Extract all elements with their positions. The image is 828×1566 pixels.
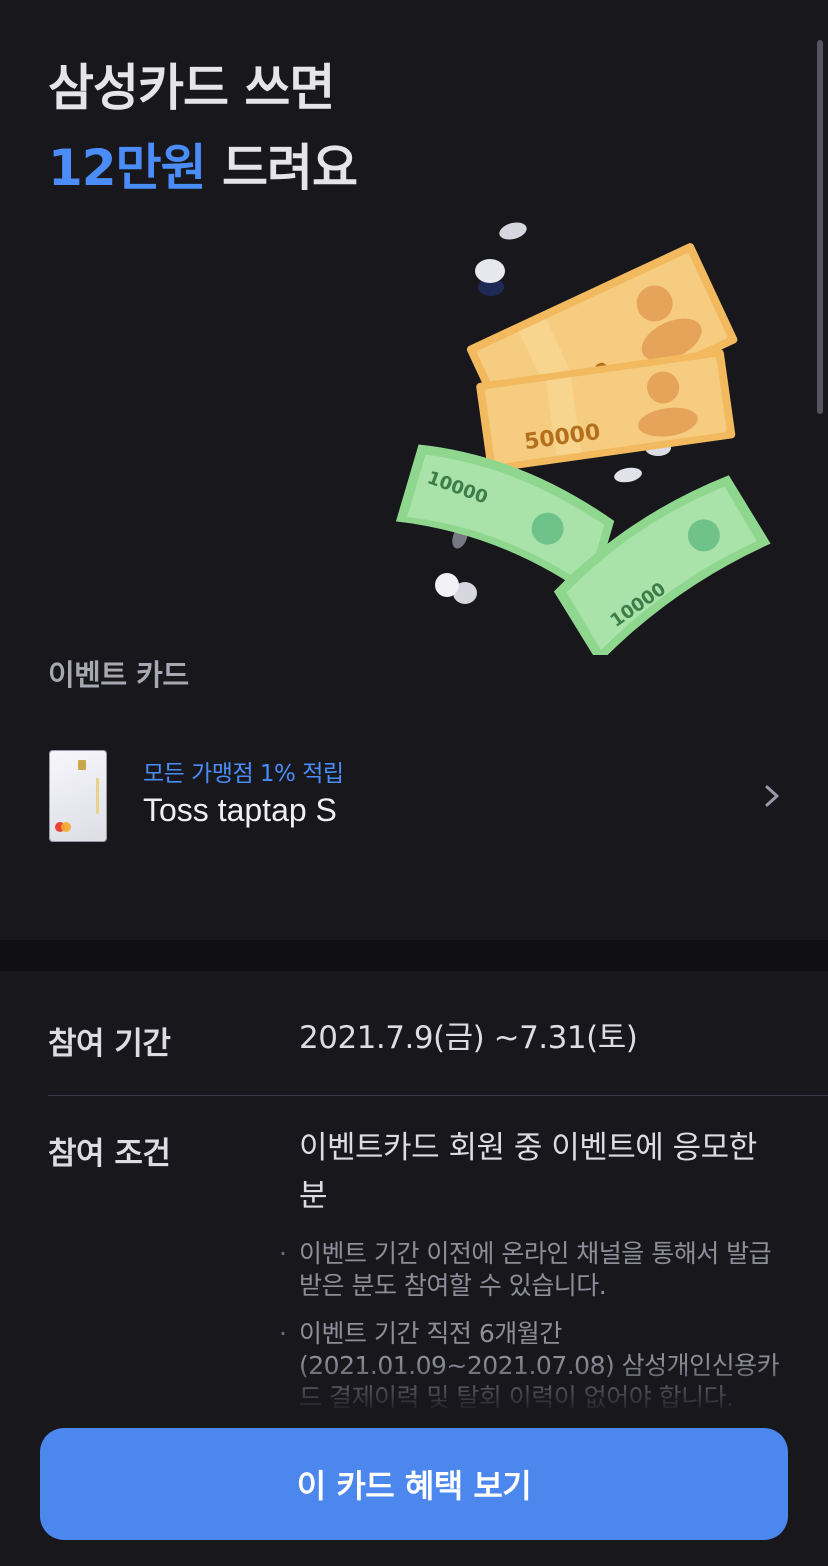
period-label: 참여 기간 xyxy=(48,1026,171,1062)
coin xyxy=(435,573,459,597)
card-thumbnail xyxy=(49,750,107,842)
card-name: Toss taptap S xyxy=(143,792,337,828)
card-chip-icon xyxy=(78,760,86,770)
view-card-benefits-button[interactable]: 이 카드 혜택 보기 xyxy=(40,1428,788,1540)
condition-label: 참여 조건 xyxy=(48,1136,171,1172)
card-stripe xyxy=(96,778,99,814)
event-card-item[interactable]: 모든 가맹점 1% 적립 Toss taptap S xyxy=(0,742,828,852)
hero-line-1: 삼성카드 쓰면 xyxy=(48,59,335,117)
period-value: 2021.7.9(금) ~7.31(토) xyxy=(299,1020,638,1056)
condition-note-text: 이벤트 기간 이전에 온라인 채널을 통해서 발급받은 분도 참여할 수 있습니… xyxy=(299,1239,772,1300)
condition-note: · 이벤트 기간 이전에 온라인 채널을 통해서 발급받은 분도 참여할 수 있… xyxy=(279,1238,789,1302)
money-notes-and-coins-icon: 50000 50000 10000 10000 xyxy=(395,222,771,655)
coin xyxy=(614,467,642,483)
card-benefit: 모든 가맹점 1% 적립 xyxy=(143,761,344,787)
hero-title: 삼성카드 쓰면 12만원 드려요 xyxy=(48,48,358,208)
section-divider xyxy=(0,940,828,971)
bottom-fade xyxy=(0,1360,828,1430)
scrollbar[interactable] xyxy=(817,40,823,414)
bullet-dot: · xyxy=(279,1319,287,1348)
coin xyxy=(499,222,527,240)
mastercard-logo-icon xyxy=(61,822,71,832)
hero-line-2: 드려요 xyxy=(205,139,358,197)
row-divider xyxy=(48,1095,828,1096)
hero-amount: 12만원 xyxy=(48,139,207,197)
condition-value: 이벤트카드 회원 중 이벤트에 응모한 분 xyxy=(299,1130,757,1214)
coin xyxy=(475,259,505,283)
chevron-right-icon xyxy=(765,785,779,807)
bullet-dot: · xyxy=(279,1239,287,1268)
section-title-event-card: 이벤트 카드 xyxy=(48,658,189,692)
